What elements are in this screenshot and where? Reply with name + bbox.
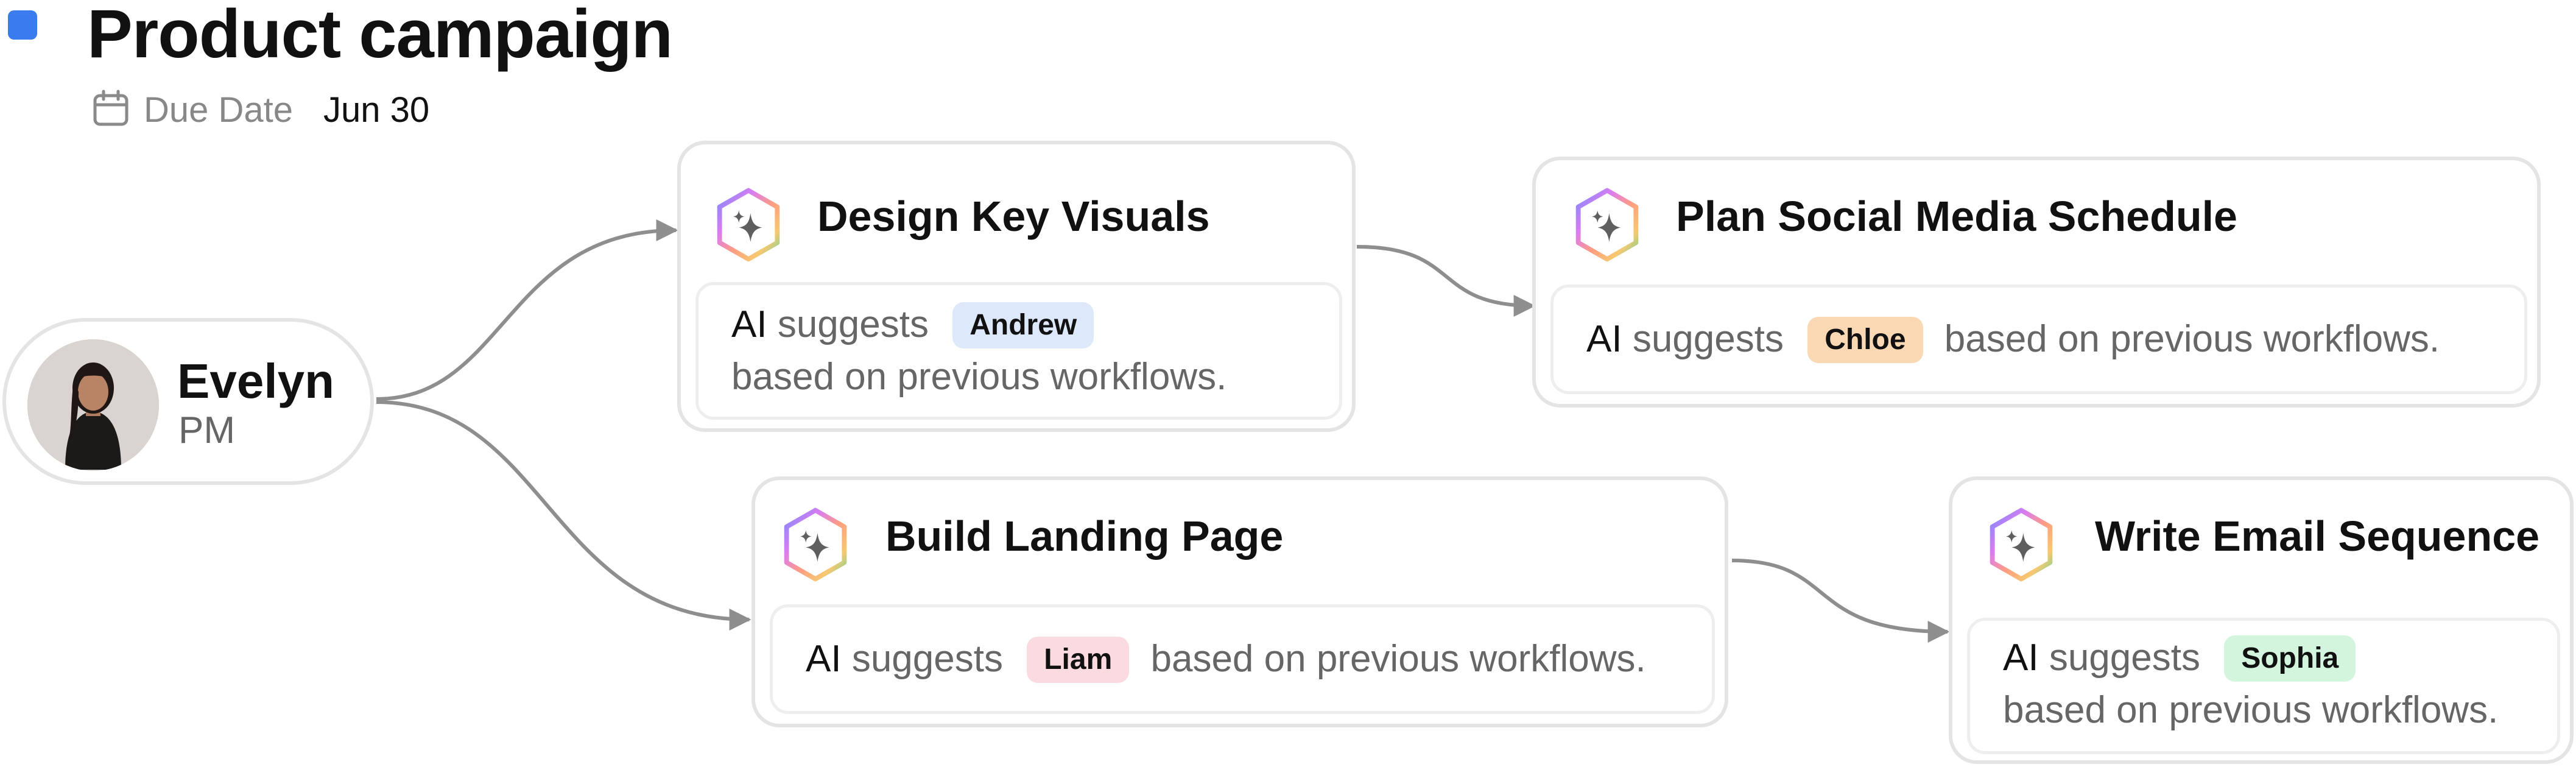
assignee-chip-chloe[interactable]: Chloe: [1807, 317, 1923, 363]
suggestion-suffix: based on previous workflows.: [731, 356, 1227, 398]
suggestion-suffix: based on previous workflows.: [2003, 689, 2499, 731]
ai-sparkle-icon: [714, 187, 783, 266]
suggestion-suffix: based on previous workflows.: [1944, 318, 2440, 360]
ai-sparkle-icon: [1572, 187, 1642, 266]
task-title: Build Landing Page: [885, 512, 1284, 560]
suggests-text: suggests: [777, 303, 929, 345]
ai-sparkle-icon: [781, 507, 850, 585]
owner-name: Evelyn: [177, 354, 334, 408]
ai-label: AI: [806, 638, 842, 680]
ai-label: AI: [1586, 318, 1622, 360]
assignee-chip-liam[interactable]: Liam: [1027, 637, 1130, 683]
task-title: Write Email Sequence: [2095, 512, 2540, 560]
assignee-chip-sophia[interactable]: Sophia: [2224, 635, 2356, 682]
owner-role: PM: [178, 409, 235, 451]
ai-sparkle-icon: [1987, 507, 2056, 585]
suggests-text: suggests: [1632, 318, 1784, 360]
connector-landing-to-email: [1731, 559, 1950, 643]
connector-design-to-social: [1356, 245, 1536, 317]
ai-suggestion-box: AI suggests Liam based on previous workf…: [770, 604, 1715, 714]
ai-label: AI: [2003, 637, 2039, 679]
ai-suggestion-box: AI suggests Andrew based on previous wor…: [695, 282, 1342, 420]
assignee-chip-andrew[interactable]: Andrew: [952, 302, 1094, 348]
task-card-build-landing-page[interactable]: Build Landing Page AI suggests Liam base…: [751, 476, 1728, 727]
task-title: Plan Social Media Schedule: [1676, 193, 2237, 240]
task-card-write-email-sequence[interactable]: Write Email Sequence AI suggests Sophia …: [1949, 476, 2574, 764]
connector-owner-to-landing: [376, 400, 751, 631]
connector-owner-to-design: [376, 219, 678, 401]
task-title: Design Key Visuals: [817, 193, 1210, 240]
suggests-text: suggests: [2049, 637, 2200, 679]
task-card-design-key-visuals[interactable]: Design Key Visuals AI suggests Andrew ba…: [677, 141, 1356, 432]
task-card-plan-social-media-schedule[interactable]: Plan Social Media Schedule AI suggests C…: [1532, 157, 2541, 408]
owner-card[interactable]: Evelyn PM: [2, 318, 374, 485]
suggestion-suffix: based on previous workflows.: [1150, 638, 1646, 680]
ai-suggestion-box: AI suggests Sophia based on previous wor…: [1967, 618, 2560, 754]
ai-suggestion-box: AI suggests Chloe based on previous work…: [1550, 285, 2527, 394]
suggests-text: suggests: [851, 638, 1003, 680]
avatar: [27, 339, 159, 471]
ai-label: AI: [731, 303, 767, 345]
